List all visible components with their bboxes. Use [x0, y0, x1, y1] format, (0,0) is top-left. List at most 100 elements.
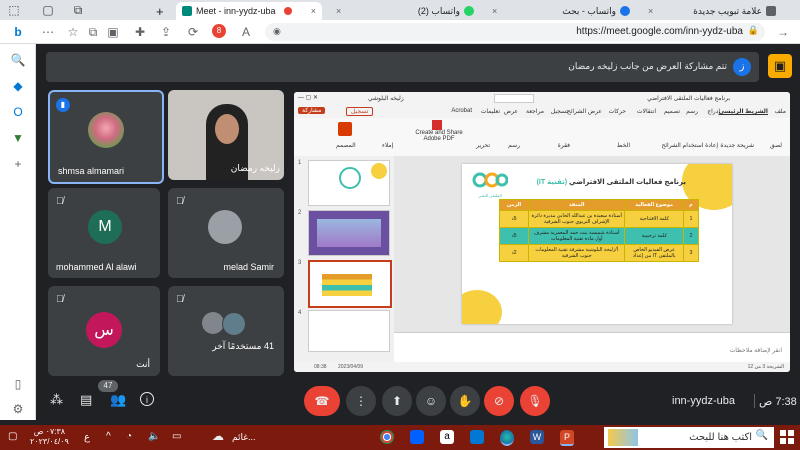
hangup-button[interactable]: ☎: [304, 386, 340, 416]
word-icon[interactable]: W: [530, 430, 544, 444]
info-icon[interactable]: i: [140, 392, 154, 406]
start-button[interactable]: [780, 430, 794, 444]
profile-icon[interactable]: 8: [212, 24, 226, 38]
ppt-notes-pane[interactable]: انقر لإضافة ملاحظات: [394, 332, 790, 362]
taskbar-search-placeholder: اكتب هنا للبحث: [689, 432, 752, 443]
address-bar[interactable]: https://meet.google.com/inn-yydz-uba 🔒 ◉: [265, 23, 765, 41]
tab-actions-icon[interactable]: ▢: [40, 2, 56, 18]
ppt-share-button[interactable]: مشاركة: [298, 107, 326, 114]
ppt-drawing-group[interactable]: رسم: [508, 142, 520, 149]
more-options-button[interactable]: ⋮: [346, 386, 376, 416]
shopping-icon[interactable]: ◆: [8, 76, 28, 96]
participant-tile[interactable]: 🎙̸ M mohammed Al alawi: [48, 188, 160, 278]
more-menu-icon[interactable]: ⋯: [40, 24, 56, 40]
notification-icon[interactable]: ▢: [8, 431, 17, 442]
ppt-font-group[interactable]: الخط: [617, 142, 630, 149]
slide-thumbnail[interactable]: [308, 210, 390, 256]
ppt-menu-design[interactable]: تصميم: [664, 108, 680, 115]
participant-tile[interactable]: 🎙̸ 41 مستخدمًا آخر: [168, 286, 284, 376]
add-icon[interactable]: +: [8, 154, 28, 174]
ppt-menu-file[interactable]: ملف: [775, 108, 786, 115]
ppt-menu-transitions[interactable]: انتقالات: [637, 108, 656, 115]
raise-hand-button[interactable]: ✋: [450, 386, 480, 416]
mail-icon[interactable]: [470, 430, 484, 444]
thumb-number: 2: [298, 210, 302, 216]
keyboard-lang[interactable]: ع: [84, 432, 90, 443]
ppt-menu-help[interactable]: تعليمات: [481, 108, 500, 115]
ppt-menu-record[interactable]: تسجيل: [551, 108, 568, 115]
mic-toggle-button[interactable]: 🎙: [520, 386, 550, 416]
favorites-icon[interactable]: ☆: [65, 24, 81, 40]
ppt-designer-button[interactable]: المصمم: [336, 142, 356, 149]
ppt-menu-insert[interactable]: إدراج: [707, 108, 720, 115]
dropbox-icon[interactable]: [410, 430, 424, 444]
ppt-reuse-slides-button[interactable]: إعادة استخدام الشرائح: [661, 142, 718, 149]
refresh-icon[interactable]: ⟳: [185, 24, 201, 40]
outlook-icon[interactable]: O: [8, 102, 28, 122]
ppt-editing-group[interactable]: تحرير: [476, 142, 490, 149]
settings-icon[interactable]: ⚙: [8, 399, 28, 419]
slide-thumbnail[interactable]: [308, 310, 390, 352]
thumb-number: 1: [298, 160, 302, 166]
tab-whatsapp[interactable]: × (2) واتساب: [330, 2, 480, 20]
tab-search[interactable]: × واتساب - بحث: [486, 2, 636, 20]
activities-icon[interactable]: ⁂: [50, 392, 63, 408]
taskbar-search[interactable]: اكتب هنا للبحث 🔍: [604, 427, 774, 448]
sidebar-toggle-icon[interactable]: ▯: [8, 374, 28, 394]
share-icon[interactable]: ⇪: [158, 24, 174, 40]
ppt-new-slide-button[interactable]: شريحة جديدة: [720, 142, 754, 149]
camera-toggle-button[interactable]: ⊘: [484, 386, 514, 416]
tab-meet[interactable]: Meet - inn-yydz-uba ×: [176, 2, 322, 20]
tab-new[interactable]: × علامة تبويب جديدة: [642, 2, 782, 20]
games-icon[interactable]: ▼: [8, 128, 28, 148]
present-now-button[interactable]: ⬆: [382, 386, 412, 416]
ppt-window-controls[interactable]: — ▢ ✕: [298, 94, 318, 101]
search-icon[interactable]: 🔍: [8, 50, 28, 70]
people-icon[interactable]: 👥: [110, 392, 126, 408]
send-reaction-button[interactable]: ☺: [416, 386, 446, 416]
participant-tile[interactable]: زليخه رمضان: [168, 90, 284, 180]
collections-icon[interactable]: ▣: [105, 24, 121, 40]
ppt-menu-animations[interactable]: حركات: [609, 108, 626, 115]
window-menu-icon[interactable]: ⬚: [6, 2, 22, 18]
close-tab-icon[interactable]: ×: [311, 6, 316, 16]
chrome-icon[interactable]: [380, 430, 394, 444]
vertical-tabs-icon[interactable]: ⧉: [70, 2, 86, 18]
ppt-ribbon: لصق شريحة جديدة إعادة استخدام الشرائح ال…: [294, 118, 790, 157]
participant-tile[interactable]: 🎙̸ س أنت: [48, 286, 160, 376]
edge-icon[interactable]: [500, 430, 514, 446]
close-tab-icon[interactable]: ×: [336, 6, 341, 16]
ppt-record-button[interactable]: تسجيل: [346, 107, 374, 116]
participant-tile[interactable]: ▮ shmsa almamari: [48, 90, 164, 184]
present-icon[interactable]: ▣: [768, 54, 792, 78]
ppt-menu-acrobat[interactable]: Acrobat: [451, 108, 472, 114]
close-tab-icon[interactable]: ×: [492, 6, 497, 16]
ppt-paragraph-group[interactable]: فقرة: [558, 142, 570, 149]
ppt-dictate-button[interactable]: إملاء: [382, 142, 393, 149]
participant-tile[interactable]: 🎙̸ melad Samir: [168, 188, 284, 278]
camera-permission-icon[interactable]: ◉: [273, 26, 281, 37]
extensions-icon[interactable]: ✚: [132, 24, 148, 40]
slide-thumbnail[interactable]: [308, 160, 390, 206]
split-screen-icon[interactable]: ⧉: [85, 24, 101, 40]
bing-icon[interactable]: b: [10, 24, 26, 40]
ppt-adobe-pdf-button[interactable]: Create and Share Adobe PDF: [414, 130, 464, 142]
ppt-search-icon[interactable]: [494, 94, 534, 103]
ppt-menu-review[interactable]: مراجعة: [526, 108, 544, 115]
tray-chevron-icon[interactable]: ^: [106, 431, 111, 442]
slide-thumbnail-selected[interactable]: [308, 260, 392, 308]
ppt-menu-home[interactable]: الشريط الرئيسي: [719, 108, 768, 115]
ppt-menu-view[interactable]: عرض: [504, 108, 518, 115]
ppt-menu-draw[interactable]: رسم: [686, 108, 698, 115]
ppt-paste-button[interactable]: لصق: [770, 142, 782, 149]
edge-sidebar: 🔍 ◆ O ▼ + ▯ ⚙: [0, 44, 36, 420]
amazon-icon[interactable]: a: [440, 430, 454, 444]
close-tab-icon[interactable]: ×: [648, 6, 653, 16]
back-icon[interactable]: →: [775, 24, 791, 40]
new-tab-button[interactable]: +: [150, 2, 172, 20]
taskbar-clock[interactable]: ٠٧:٣٨ ص ٢٠٢٣/٠٤/٠٩: [30, 427, 69, 447]
ppt-menu-slideshow[interactable]: عرض الشرائح: [567, 108, 602, 115]
powerpoint-icon[interactable]: P: [560, 430, 574, 446]
read-aloud-icon[interactable]: A: [238, 24, 254, 40]
chat-icon[interactable]: ▤: [80, 392, 92, 408]
